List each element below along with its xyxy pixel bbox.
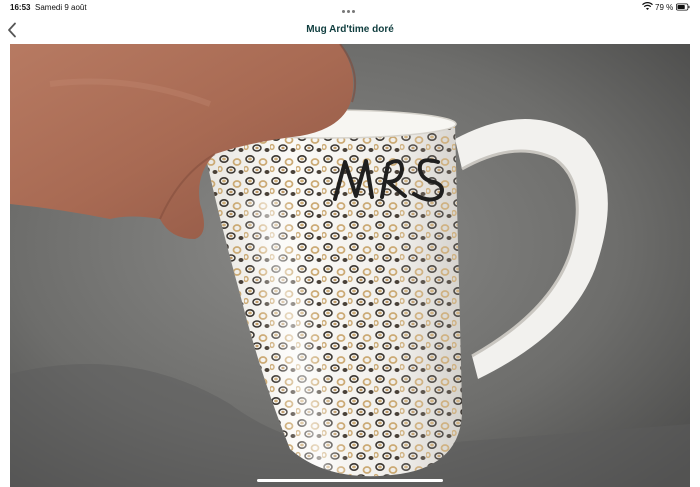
- product-photo: [10, 44, 690, 487]
- status-date: Samedi 9 août: [35, 3, 87, 12]
- status-time: 16:53: [10, 3, 31, 12]
- home-indicator[interactable]: [257, 479, 443, 482]
- battery-percent: 79 %: [655, 3, 674, 12]
- battery-icon: [676, 3, 690, 11]
- wifi-icon: [642, 2, 653, 10]
- navigation-bar: Mug Ard'time doré: [0, 16, 700, 44]
- status-bar: 16:53 Samedi 9 août 79 %: [0, 0, 700, 16]
- multitasking-dots-icon[interactable]: [342, 6, 358, 13]
- page-title: Mug Ard'time doré: [306, 24, 394, 35]
